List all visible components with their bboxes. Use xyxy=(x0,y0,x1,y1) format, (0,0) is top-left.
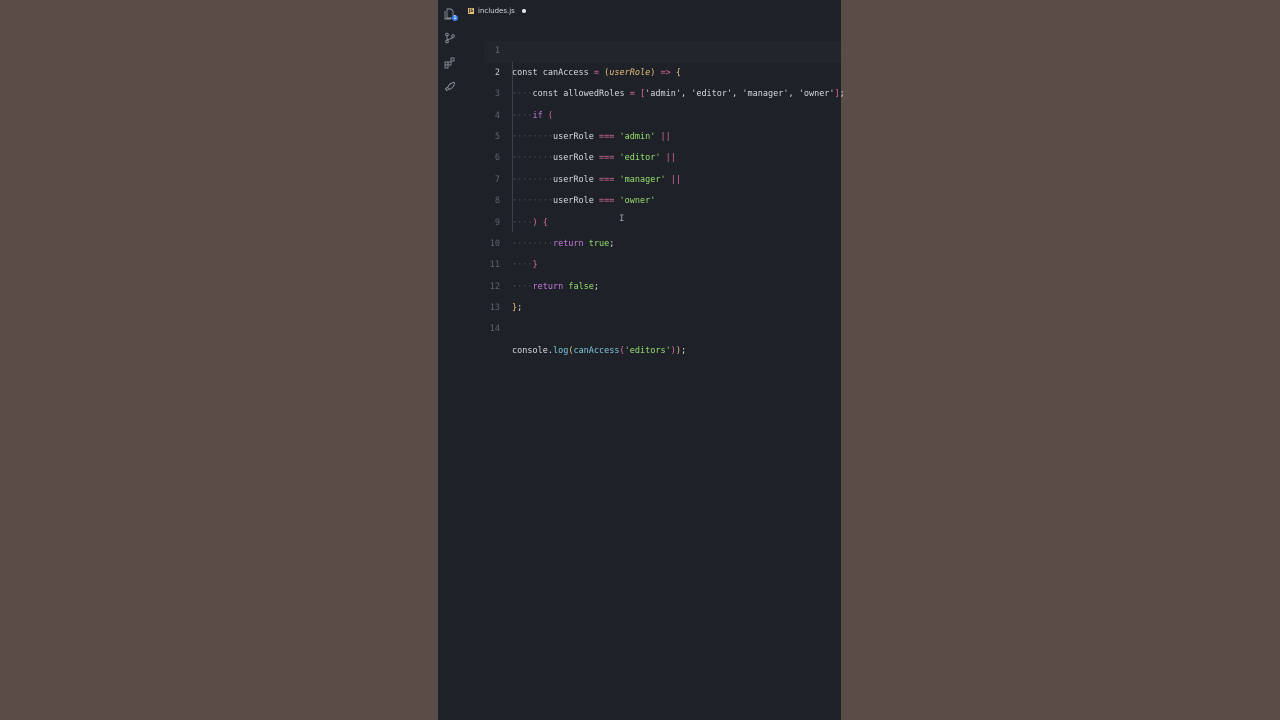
code-line: 13 xyxy=(484,277,841,313)
tab-bar: JS includes.js xyxy=(462,0,841,22)
source-control-icon[interactable] xyxy=(444,32,456,44)
tab-includes-js[interactable]: JS includes.js xyxy=(468,4,526,18)
code-line: 11 ····return false; xyxy=(484,234,841,291)
code-area[interactable]: 1 const canAccess = (userRole) => { 2 ··… xyxy=(484,20,845,355)
files-icon[interactable]: 1 xyxy=(444,8,458,21)
code-line: 2 ····const allowedRoles = ['admin', 'ed… xyxy=(484,41,845,99)
code-editor: 1 JS includes.js 1 const canAccess = (us… xyxy=(438,0,845,720)
unsaved-dot-icon[interactable] xyxy=(521,9,526,13)
code-line: 6 ········userRole === 'manager' || xyxy=(484,127,841,184)
code-line: 1 const canAccess = (userRole) => { xyxy=(484,20,841,77)
line-number: 14 xyxy=(489,324,500,335)
code-line: 9 ········return true; xyxy=(484,191,841,249)
tab-filename: includes.js xyxy=(478,7,515,15)
rocket-icon[interactable] xyxy=(444,81,456,93)
code-line: 14 console.log(canAccess('editors')); xyxy=(484,298,841,355)
code-line: 12 }; xyxy=(484,255,841,313)
activity-bar: 1 xyxy=(438,0,462,720)
code-line: 4 ········userRole === 'admin' || xyxy=(484,84,841,142)
files-badge: 1 xyxy=(452,15,458,21)
code-line: 3 ····if ( xyxy=(484,63,841,120)
code-line: 8 ····) { xyxy=(484,170,841,227)
code-line: 10 ····} xyxy=(484,213,841,270)
text-cursor-icon: I xyxy=(619,214,625,224)
code-line: 7 ········userRole === 'owner' xyxy=(484,148,841,206)
extensions-icon[interactable] xyxy=(444,57,456,69)
code-line: 5 ········userRole === 'editor' || xyxy=(484,106,841,163)
js-file-icon: JS xyxy=(468,8,474,14)
